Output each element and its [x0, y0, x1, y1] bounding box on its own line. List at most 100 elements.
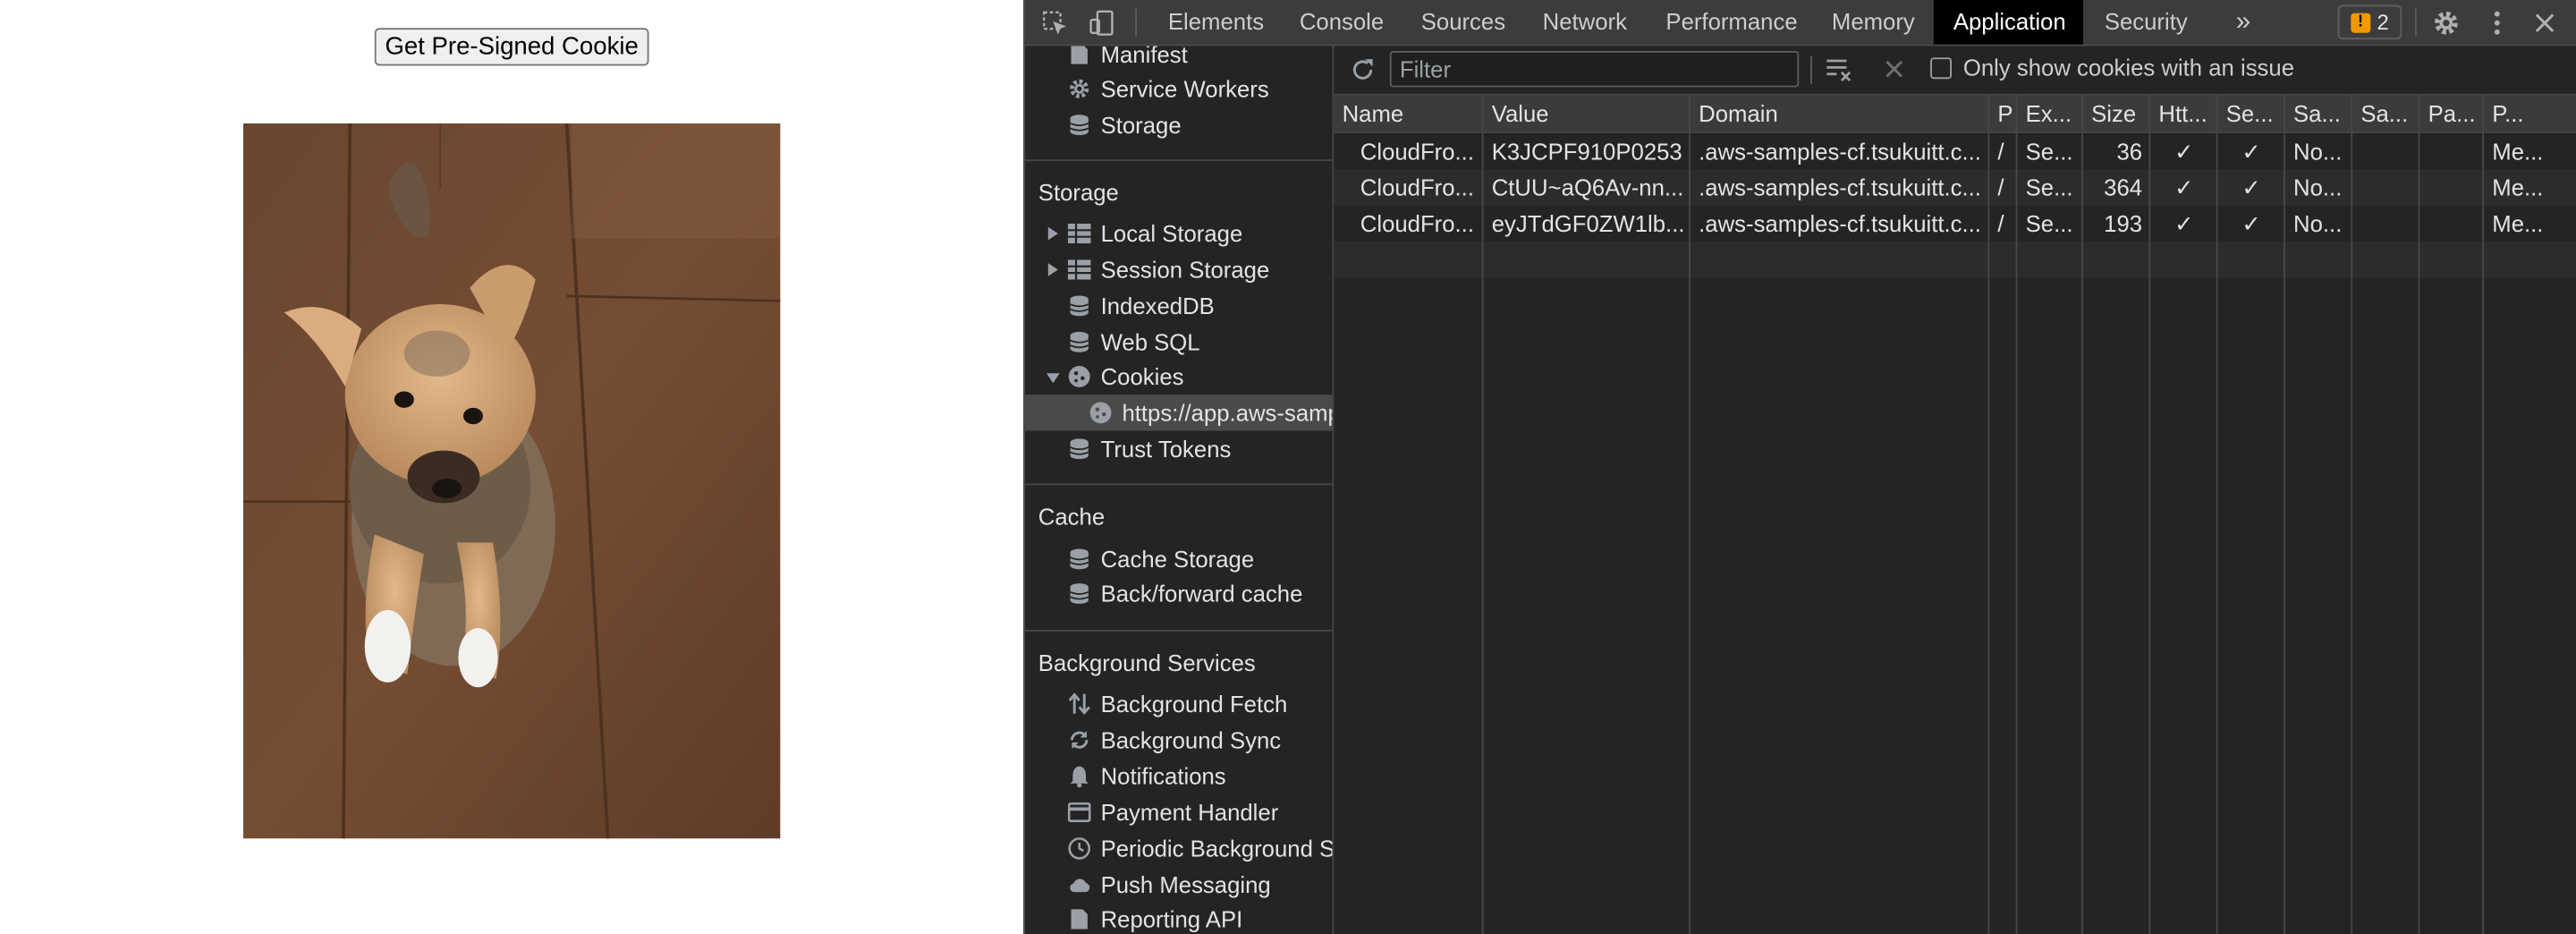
tab-performance[interactable]: Performance: [1646, 0, 1817, 45]
card-icon: [1067, 801, 1091, 824]
sidebar-item-label: Background Fetch: [1100, 690, 1288, 717]
settings-gear-icon[interactable]: [2429, 6, 2462, 39]
tab-elements[interactable]: Elements: [1148, 0, 1284, 45]
expand-arrow-icon[interactable]: [1047, 263, 1058, 276]
expand-arrow-icon[interactable]: [1047, 226, 1058, 241]
cookie-row[interactable]: CloudFro... K3JCPF910P0253 .aws-samples-cf…: [1334, 132, 2576, 170]
database-icon: [1068, 294, 1091, 318]
cookie-row[interactable]: CloudFro... eyJTdGF0ZW1lb... .aws-samples-…: [1334, 205, 2576, 242]
cookie-cell: Se...: [2025, 174, 2073, 201]
cookie-cell: .aws-samples-cf.tsukuitt.c...: [1699, 174, 1981, 201]
sidebar-item-label: Local Storage: [1100, 220, 1243, 247]
cookie-icon: [1089, 401, 1113, 424]
sidebar-item-label: Payment Handler: [1100, 799, 1279, 826]
column-header-se-7[interactable]: Se...: [2217, 95, 2285, 133]
database-icon: [1068, 548, 1091, 571]
cookie-cell: No...: [2293, 210, 2343, 237]
column-divider[interactable]: [2351, 95, 2353, 934]
column-header-p-11[interactable]: P...: [2484, 95, 2576, 133]
column-divider[interactable]: [2015, 95, 2018, 934]
column-header-name-0[interactable]: Name: [1334, 95, 1484, 133]
sidebar-item-label: Service Workers: [1100, 75, 1269, 102]
clear-all-icon[interactable]: [1877, 53, 1911, 86]
get-pre-signed-cookie-button[interactable]: Get Pre-Signed Cookie: [374, 28, 649, 66]
devtools-splitter[interactable]: [1023, 0, 1026, 934]
sidebar-item-label: Notifications: [1100, 762, 1226, 790]
puppy-photo: [242, 123, 781, 839]
sync-icon: [1068, 728, 1091, 751]
cookie-cell: [2352, 133, 2419, 169]
issue-flag-icon: !: [2351, 12, 2371, 32]
cookie-cell: ✓: [2174, 174, 2194, 201]
cookie-cell: CloudFro...: [1360, 138, 1474, 165]
database-icon: [1068, 437, 1091, 461]
column-divider[interactable]: [1481, 95, 1484, 934]
inspect-element-icon[interactable]: [1038, 6, 1072, 39]
refresh-icon[interactable]: [1345, 53, 1378, 86]
column-divider[interactable]: [2081, 95, 2083, 934]
tab-network[interactable]: Network: [1523, 0, 1647, 45]
issues-counter-button[interactable]: ! 2: [2337, 4, 2402, 40]
tab-console[interactable]: Console: [1280, 0, 1403, 45]
column-header-sa-9[interactable]: Sa...: [2352, 95, 2420, 133]
cookie-cell: CtUU~aQ6Av-nn...: [1491, 174, 1684, 201]
cookie-cell: Me...: [2492, 174, 2544, 201]
sidebar-heading-cache: Cache: [1038, 503, 1106, 530]
toolbar-separator: [1810, 55, 1812, 84]
sidebar-item-label: Cache Storage: [1100, 546, 1255, 573]
cookie-cell: [2419, 169, 2484, 205]
column-divider[interactable]: [1987, 95, 1990, 934]
sidebar-heading-background-services: Background Services: [1038, 650, 1256, 676]
column-header-ex-4[interactable]: Ex...: [2017, 95, 2083, 133]
table-icon: [1067, 222, 1091, 245]
cookie-cell: No...: [2293, 138, 2343, 165]
only-issues-checkbox[interactable]: [1930, 57, 1952, 80]
close-devtools-icon[interactable]: [2529, 6, 2562, 39]
column-header-value-1[interactable]: Value: [1483, 95, 1690, 133]
sidebar-item-label: Background Sync: [1100, 726, 1282, 753]
column-divider[interactable]: [2418, 95, 2420, 934]
sidebar-heading-storage: Storage: [1038, 179, 1119, 206]
tab-application[interactable]: Application: [1933, 0, 2083, 45]
column-divider[interactable]: [2482, 95, 2485, 934]
cookie-row[interactable]: CloudFro... CtUU~aQ6Av-nn... .aws-samples-…: [1334, 169, 2576, 206]
column-divider[interactable]: [2284, 95, 2285, 934]
cookie-icon: [1068, 365, 1091, 388]
cookie-cell: ✓: [2241, 174, 2261, 201]
column-header-domain-2[interactable]: Domain: [1690, 95, 1990, 133]
cookie-cell: CloudFro...: [1360, 174, 1474, 201]
cookie-cell: ✓: [2174, 138, 2194, 165]
more-tabs-icon[interactable]: »: [2216, 0, 2270, 45]
column-header-sa-8[interactable]: Sa...: [2284, 95, 2353, 133]
clear-filtered-cookies-icon[interactable]: [1824, 53, 1857, 86]
collapse-arrow-icon[interactable]: [1046, 373, 1060, 384]
cookies-toolbar: Only show cookies with an issue: [1334, 46, 2576, 96]
arrows-icon: [1068, 692, 1091, 716]
table-icon: [1067, 259, 1091, 282]
empty-row: [1334, 242, 2576, 278]
devtools-panel: Elements Console Sources Network Perform…: [1023, 0, 2576, 934]
tab-memory[interactable]: Memory: [1812, 0, 1935, 45]
column-header-size-5[interactable]: Size: [2082, 95, 2151, 133]
sidebar-item-label: Trust Tokens: [1100, 436, 1232, 463]
cookie-cell: Me...: [2492, 138, 2544, 165]
column-header-pa-10[interactable]: Pa...: [2419, 95, 2485, 133]
cookie-cell: Me...: [2492, 210, 2544, 237]
tab-sources[interactable]: Sources: [1402, 0, 1525, 45]
tab-security[interactable]: Security: [2085, 0, 2207, 45]
column-header-htt-6[interactable]: Htt...: [2150, 95, 2218, 133]
cookie-cell: Se...: [2025, 138, 2073, 165]
column-header-p-3[interactable]: P: [1989, 95, 2018, 133]
column-divider[interactable]: [2148, 95, 2151, 934]
filter-input[interactable]: [1389, 50, 1800, 88]
application-sidebar: Manifest Service Workers Storage Storage…: [1023, 46, 1333, 934]
column-divider[interactable]: [1689, 95, 1690, 934]
sidebar-item-label: Session Storage: [1100, 256, 1270, 284]
device-toolbar-icon[interactable]: [1086, 6, 1119, 39]
column-divider[interactable]: [2216, 95, 2218, 934]
more-options-icon[interactable]: [2480, 6, 2513, 39]
issues-count: 2: [2377, 10, 2389, 35]
cookies-view: Only show cookies with an issue NameValu…: [1334, 46, 2576, 934]
database-icon: [1068, 582, 1091, 606]
cookie-cell: 193: [2104, 210, 2143, 237]
